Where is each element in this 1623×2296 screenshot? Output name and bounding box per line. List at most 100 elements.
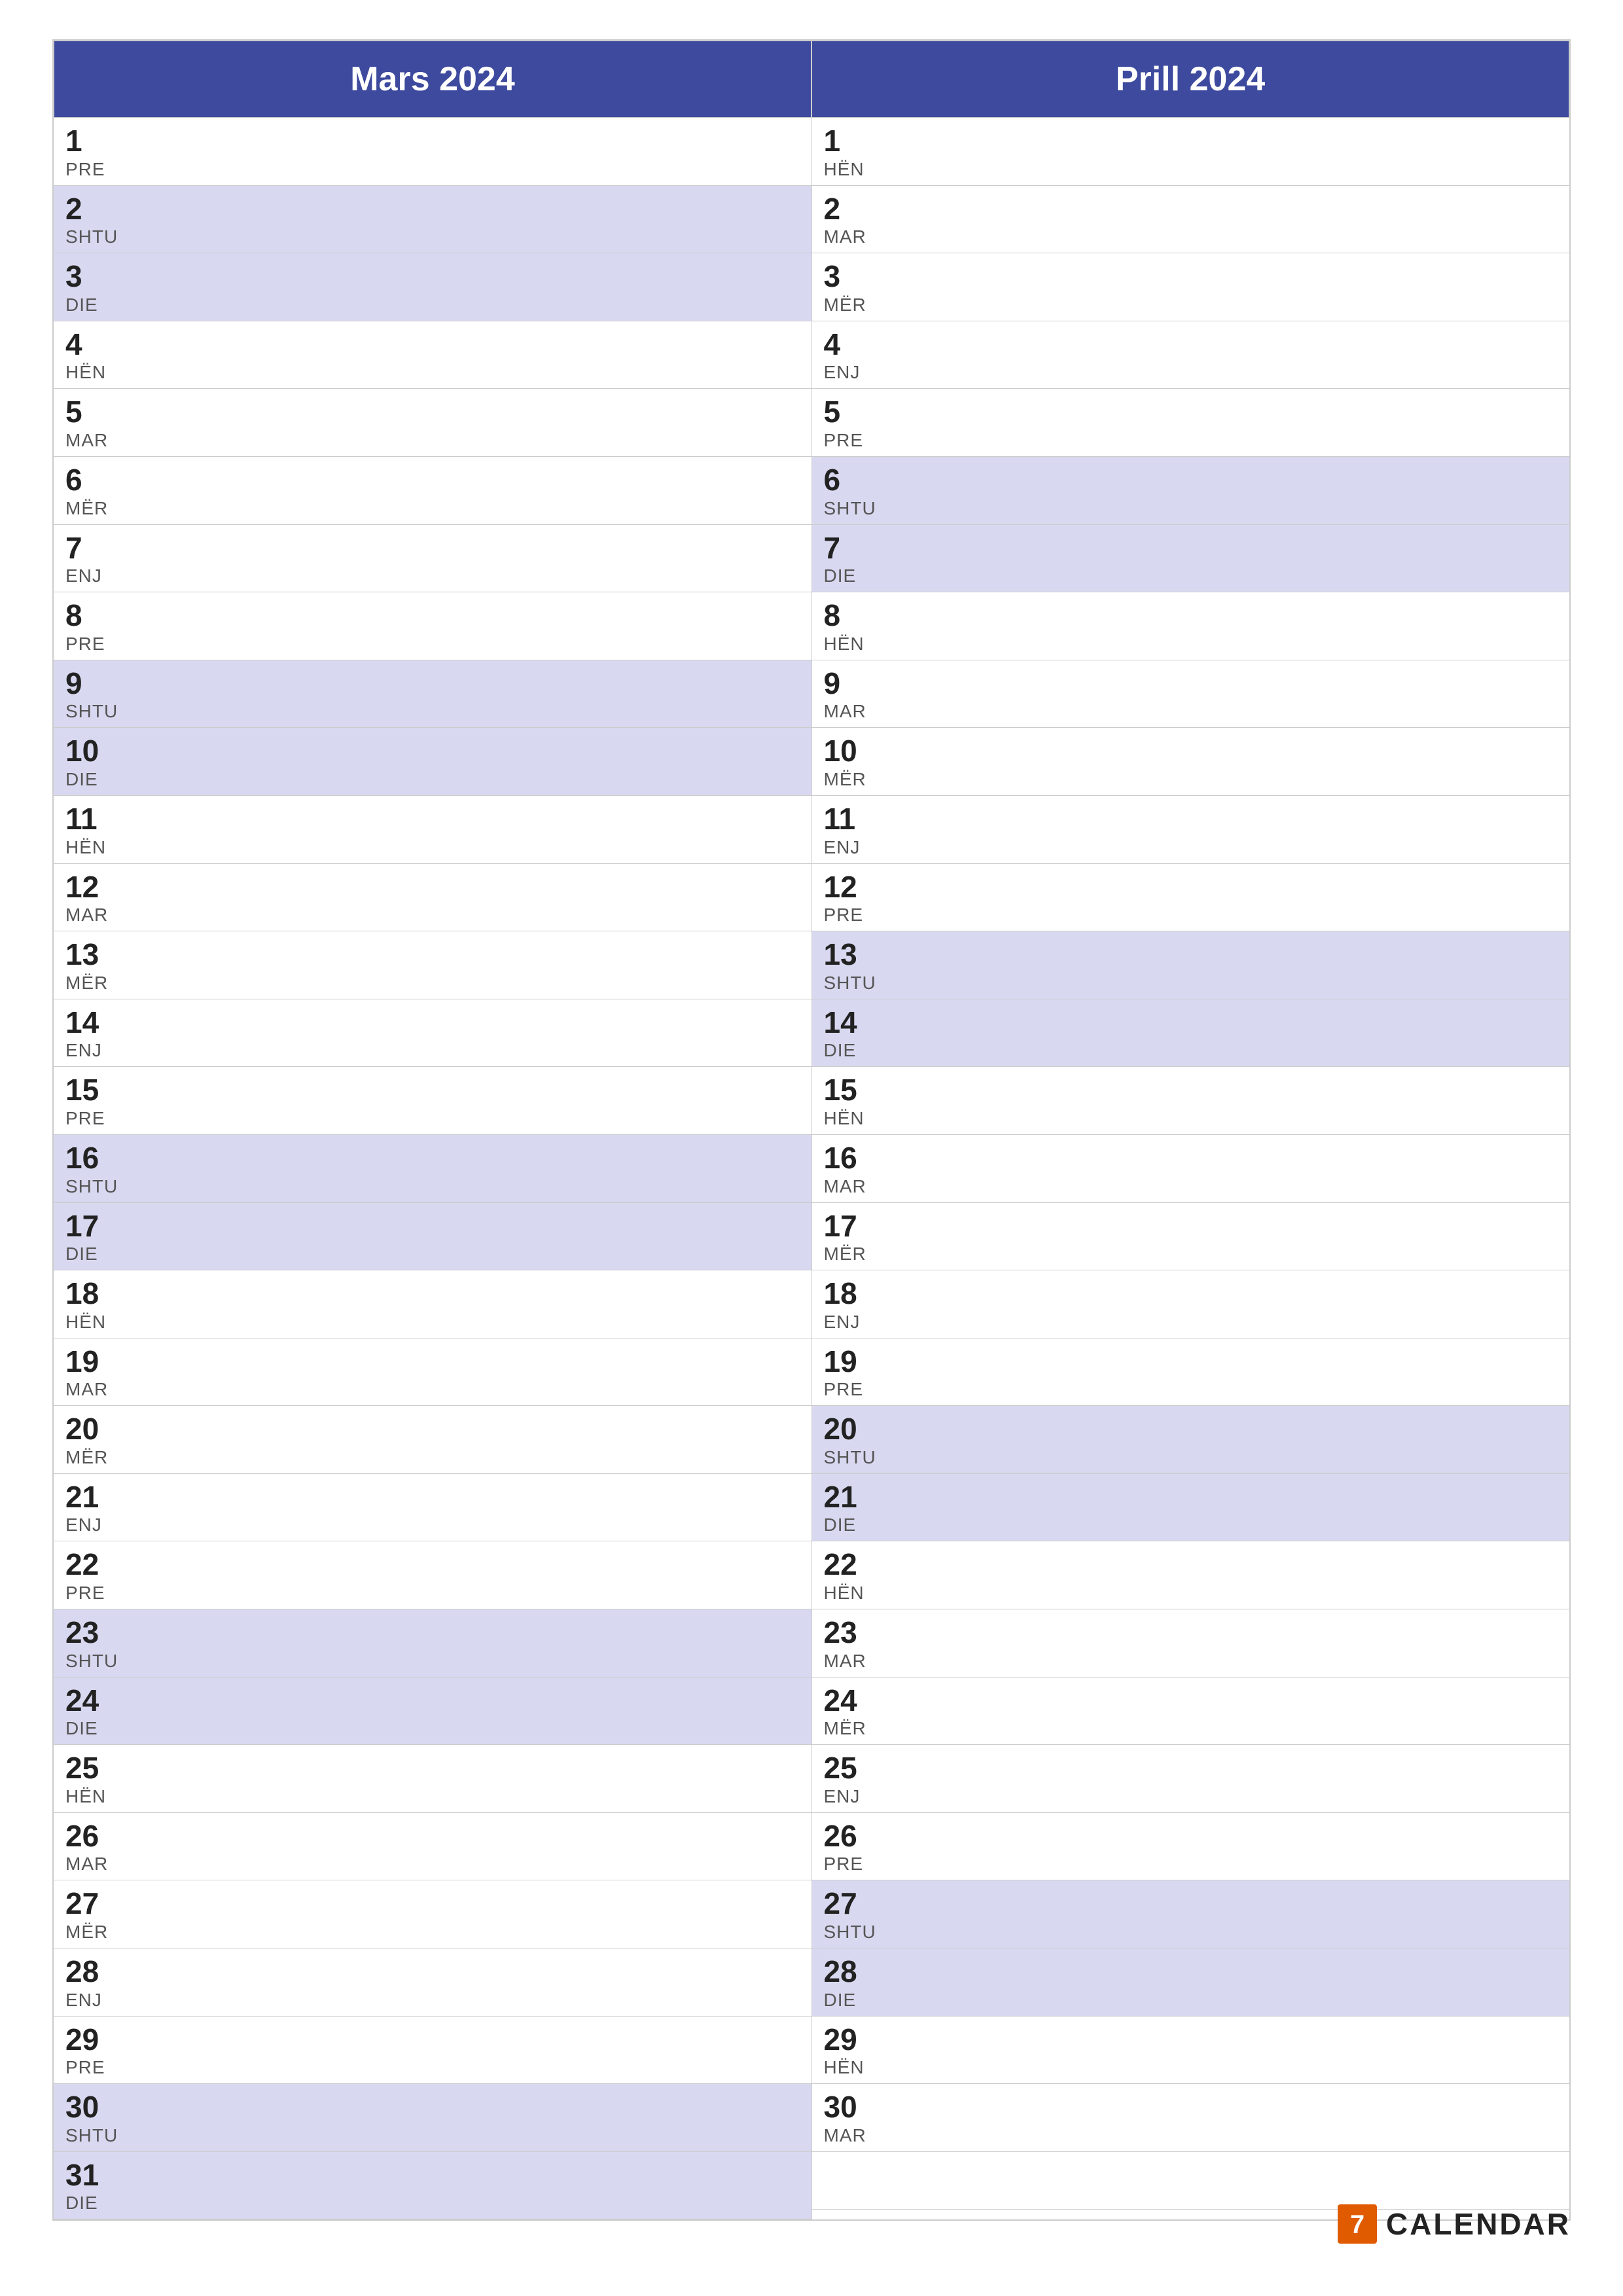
mars-day-6: 6MËR [54,457,812,525]
day-number: 28 [65,1955,800,1988]
day-number: 1 [824,124,1558,158]
day-name: PRE [65,2057,800,2078]
day-name: ENJ [824,362,1558,383]
day-name: MAR [824,1651,1558,1672]
mars-day-26: 26MAR [54,1813,812,1881]
day-name: HËN [824,634,1558,655]
mars-day-25: 25HËN [54,1745,812,1813]
mars-day-10: 10DIE [54,728,812,796]
day-number: 30 [824,2090,1558,2124]
day-name: SHTU [65,1651,800,1672]
prill-day-22: 22HËN [812,1541,1570,1609]
mars-day-12: 12MAR [54,864,812,932]
mars-day-22: 22PRE [54,1541,812,1609]
header-prill: Prill 2024 [812,41,1569,118]
day-name: HËN [65,837,800,858]
prill-day-18: 18ENJ [812,1270,1570,1338]
day-name: DIE [824,1515,1558,1535]
prill-day-1: 1HËN [812,118,1570,186]
day-name: HËN [65,362,800,383]
day-name: ENJ [824,1786,1558,1807]
days-container: 1PRE2SHTU3DIE4HËN5MAR6MËR7ENJ8PRE9SHTU10… [54,118,1569,2219]
day-number: 27 [65,1887,800,1920]
day-number: 11 [824,802,1558,836]
day-number: 24 [824,1684,1558,1717]
day-number: 27 [824,1887,1558,1920]
day-number: 12 [65,870,800,904]
day-name: HËN [65,1312,800,1333]
day-name: SHTU [824,1922,1558,1943]
prill-day-16: 16MAR [812,1135,1570,1203]
day-number: 24 [65,1684,800,1717]
day-name: DIE [65,769,800,790]
day-name: ENJ [65,1040,800,1061]
day-number: 3 [824,260,1558,293]
calendar-grid: Mars 2024 Prill 2024 1PRE2SHTU3DIE4HËN5M… [52,39,1571,2221]
day-number: 29 [65,2023,800,2056]
footer-logo: 7 CALENDAR [1338,2204,1571,2244]
footer-calendar-label: CALENDAR [1386,2206,1571,2242]
day-number: 22 [824,1548,1558,1581]
day-name: MAR [65,1854,800,1874]
mars-column: 1PRE2SHTU3DIE4HËN5MAR6MËR7ENJ8PRE9SHTU10… [54,118,812,2219]
mars-day-31: 31DIE [54,2152,812,2220]
day-name: SHTU [824,973,1558,994]
prill-day-25: 25ENJ [812,1745,1570,1813]
day-name: MËR [65,1922,800,1943]
mars-day-18: 18HËN [54,1270,812,1338]
prill-day-13: 13SHTU [812,931,1570,999]
day-number: 20 [65,1412,800,1446]
day-number: 14 [824,1006,1558,1039]
day-name: HËN [824,159,1558,180]
day-number: 17 [824,1210,1558,1243]
prill-day-28: 28DIE [812,1948,1570,2017]
mars-day-8: 8PRE [54,592,812,660]
day-number: 9 [824,667,1558,700]
day-number: 18 [65,1277,800,1310]
day-name: SHTU [65,226,800,247]
day-number: 28 [824,1955,1558,1988]
day-name: MAR [65,1379,800,1400]
svg-text:7: 7 [1350,2210,1364,2239]
day-name: DIE [65,1244,800,1265]
prill-day-4: 4ENJ [812,321,1570,389]
day-name: ENJ [65,565,800,586]
mars-day-27: 27MËR [54,1880,812,1948]
mars-day-16: 16SHTU [54,1135,812,1203]
mars-day-7: 7ENJ [54,525,812,593]
mars-day-21: 21ENJ [54,1474,812,1542]
day-name: MËR [65,1447,800,1468]
day-name: PRE [65,159,800,180]
day-number: 15 [65,1073,800,1107]
day-number: 22 [65,1548,800,1581]
day-name: DIE [824,565,1558,586]
mars-day-1: 1PRE [54,118,812,186]
day-name: MËR [824,1244,1558,1265]
day-number: 21 [824,1480,1558,1514]
mars-day-11: 11HËN [54,796,812,864]
day-number: 4 [824,328,1558,361]
prill-day-20: 20SHTU [812,1406,1570,1474]
day-number: 23 [65,1616,800,1649]
mars-day-3: 3DIE [54,253,812,321]
prill-day-11: 11ENJ [812,796,1570,864]
day-number: 19 [65,1345,800,1378]
day-number: 26 [824,1820,1558,1853]
day-number: 2 [824,192,1558,226]
day-name: DIE [824,1040,1558,1061]
day-name: MËR [65,973,800,994]
day-name: MAR [824,2125,1558,2146]
day-number: 25 [65,1751,800,1785]
day-name: ENJ [824,837,1558,858]
day-number: 5 [65,395,800,429]
mars-day-29: 29PRE [54,2017,812,2085]
day-name: DIE [65,2193,800,2214]
day-name: MAR [824,1176,1558,1197]
day-name: PRE [824,905,1558,925]
mars-day-15: 15PRE [54,1067,812,1135]
day-name: HËN [824,2057,1558,2078]
day-name: HËN [65,1786,800,1807]
prill-day-23: 23MAR [812,1609,1570,1677]
mars-day-5: 5MAR [54,389,812,457]
day-number: 13 [65,938,800,971]
